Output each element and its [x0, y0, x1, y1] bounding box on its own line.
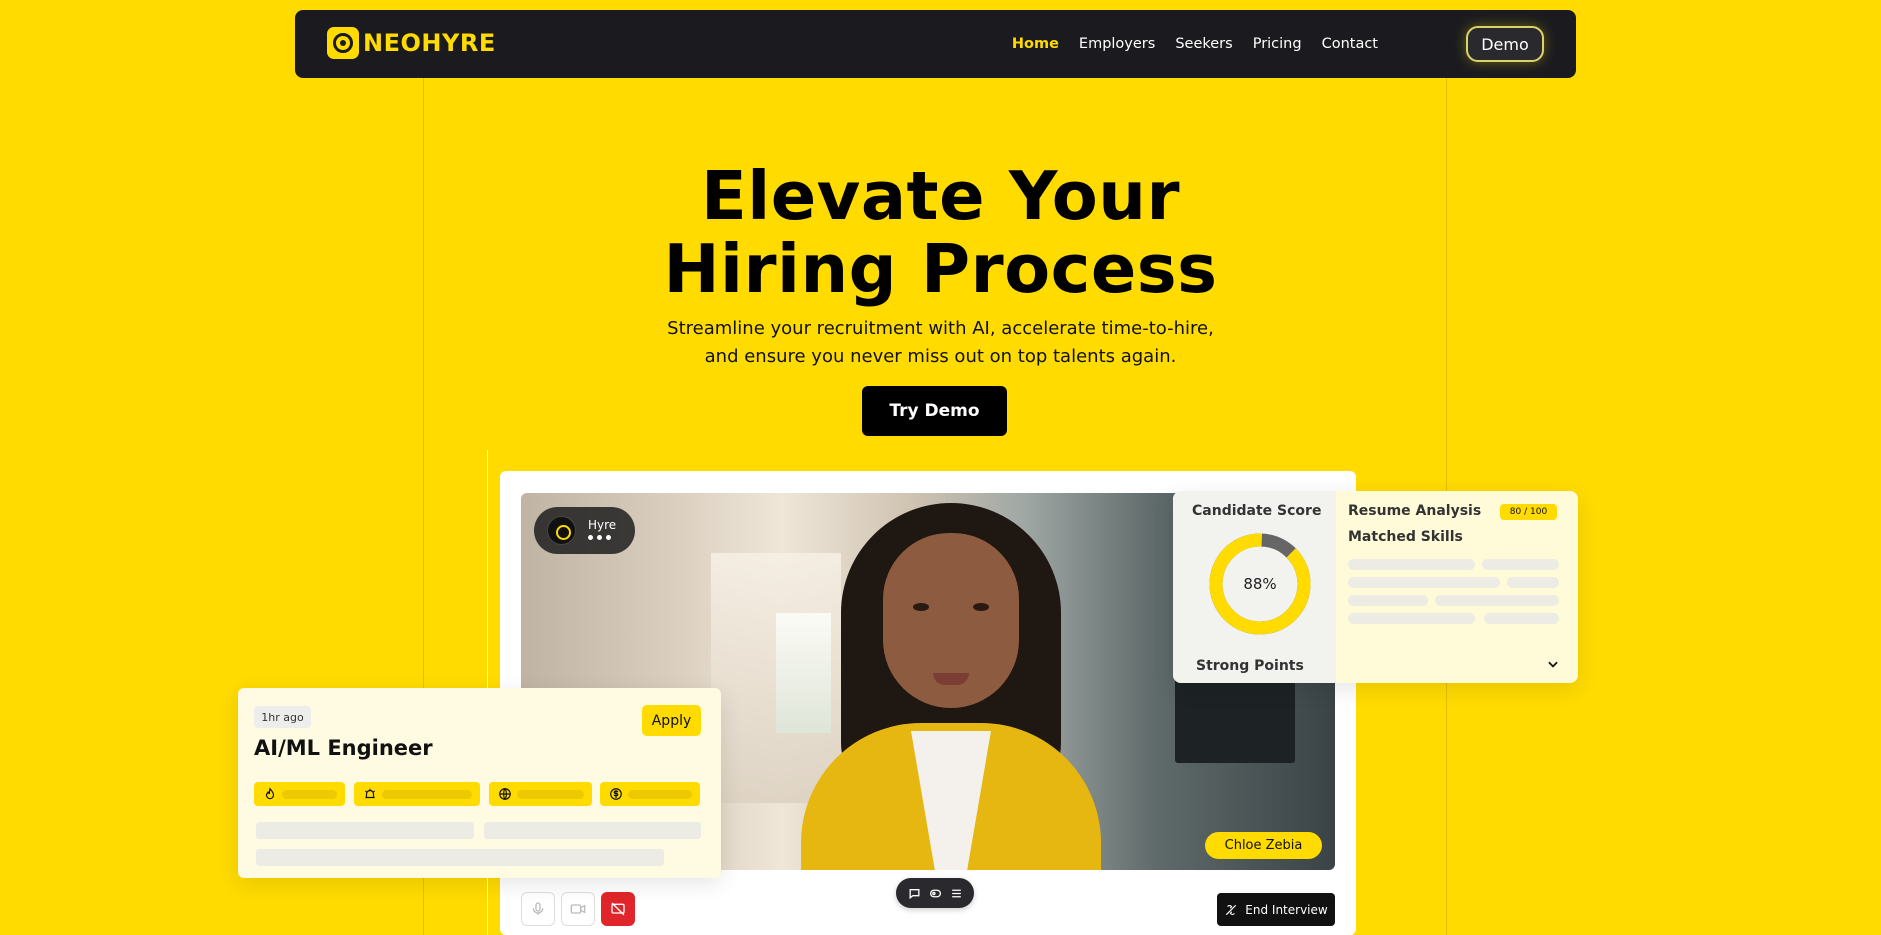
ai-interviewer-name: Hyre	[588, 518, 617, 532]
chat-icon[interactable]	[908, 887, 921, 900]
nav-link-home[interactable]: Home	[1012, 36, 1059, 52]
skill-placeholder	[1484, 613, 1559, 624]
skill-placeholder	[1482, 559, 1559, 570]
end-interview-label: End Interview	[1245, 902, 1328, 917]
video-camera-icon	[570, 904, 586, 914]
interview-tools-bar	[896, 878, 974, 908]
job-title: AI/ML Engineer	[254, 736, 433, 760]
matched-skills-title: Matched Skills	[1348, 529, 1463, 545]
skill-placeholder	[1435, 595, 1559, 606]
description-placeholder	[256, 849, 664, 866]
job-tag-salary	[600, 782, 700, 806]
captions-icon[interactable]	[929, 887, 942, 900]
hang-up-icon	[1226, 904, 1237, 915]
nav-links: Home Employers Seekers Pricing Contact	[1012, 10, 1378, 78]
logo-icon	[327, 27, 359, 59]
description-placeholder	[256, 822, 474, 839]
job-tag-hiring	[354, 782, 480, 806]
job-posted-time: 1hr ago	[254, 706, 311, 728]
resume-score-badge: 80 / 100	[1500, 504, 1557, 520]
hero-subtitle-line-1: Streamline your recruitment with AI, acc…	[667, 318, 1214, 339]
nav-link-seekers[interactable]: Seekers	[1175, 36, 1232, 52]
candidate-score-panel: Candidate Score 88% Strong Points Resume…	[1173, 491, 1578, 683]
list-icon[interactable]	[950, 887, 963, 900]
candidate-name-chip: Chloe Zebia	[1205, 832, 1322, 859]
skill-placeholder	[1348, 595, 1428, 606]
hero-title: Elevate Your Hiring Process	[0, 160, 1881, 306]
globe-icon	[499, 788, 511, 800]
nav-link-pricing[interactable]: Pricing	[1253, 36, 1302, 52]
hero-subtitle: Streamline your recruitment with AI, acc…	[0, 315, 1881, 371]
job-card[interactable]: 1hr ago AI/ML Engineer Apply	[238, 688, 721, 878]
skill-placeholder	[1348, 613, 1475, 624]
hero-title-line-2: Hiring Process	[663, 230, 1218, 308]
skill-placeholder	[1348, 559, 1475, 570]
score-title: Candidate Score	[1192, 503, 1322, 519]
hyre-avatar-icon	[547, 516, 576, 545]
typing-dots-icon	[588, 535, 611, 540]
brand-name: NEOHYRE	[363, 29, 496, 57]
hero-subtitle-line-2: and ensure you never miss out on top tal…	[704, 346, 1177, 367]
alarm-icon	[365, 788, 375, 799]
skill-placeholder	[1507, 577, 1559, 588]
camera-button[interactable]	[561, 892, 595, 926]
top-navbar: NEOHYRE Home Employers Seekers Pricing C…	[295, 10, 1576, 78]
job-tag-experience	[254, 782, 345, 806]
screen-share-off-button[interactable]	[601, 892, 635, 926]
nav-link-contact[interactable]: Contact	[1322, 36, 1378, 52]
apply-button[interactable]: Apply	[642, 705, 701, 736]
description-placeholder	[484, 822, 701, 839]
screen-share-off-icon	[611, 902, 625, 916]
ai-interviewer-chip: Hyre	[534, 507, 635, 554]
microphone-icon	[532, 902, 544, 915]
strong-points-label: Strong Points	[1196, 658, 1304, 674]
skill-placeholder	[1348, 577, 1500, 588]
demo-button[interactable]: Demo	[1466, 26, 1544, 62]
microphone-button[interactable]	[521, 892, 555, 926]
dollar-icon	[610, 788, 622, 800]
score-summary: Candidate Score 88% Strong Points	[1173, 491, 1336, 683]
try-demo-button[interactable]: Try Demo	[862, 386, 1007, 436]
job-tag-location	[489, 782, 592, 806]
chevron-down-icon[interactable]	[1546, 657, 1560, 671]
brand-logo[interactable]: NEOHYRE	[327, 27, 496, 59]
candidate-portrait	[801, 493, 1101, 870]
resume-analysis-title: Resume Analysis	[1348, 503, 1482, 519]
nav-link-employers[interactable]: Employers	[1079, 36, 1155, 52]
flame-icon	[265, 787, 275, 800]
end-interview-button[interactable]: End Interview	[1217, 893, 1335, 926]
score-percent: 88%	[1243, 575, 1277, 593]
hero-title-line-1: Elevate Your	[701, 157, 1180, 235]
